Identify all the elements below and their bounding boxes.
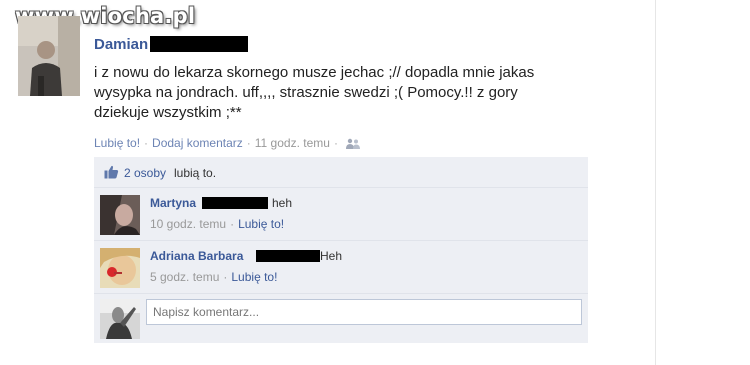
- comment-input[interactable]: [146, 299, 582, 325]
- separator: ·: [333, 136, 338, 150]
- like-link[interactable]: Lubię to!: [94, 136, 140, 150]
- friends-icon[interactable]: [345, 138, 360, 152]
- post-timestamp[interactable]: 11 godz. temu: [255, 136, 330, 150]
- feedback-panel: 2 osoby lubią to. Martyna heh 10 godz. t…: [94, 157, 588, 343]
- separator: ·: [144, 136, 149, 150]
- separator: ·: [223, 270, 228, 284]
- right-divider: [655, 0, 656, 365]
- add-comment-link[interactable]: Dodaj komentarz: [152, 136, 243, 150]
- comment-text: Heh: [320, 249, 343, 263]
- post-text-line: dziekuje wszystkim ;**: [94, 104, 242, 121]
- thumbs-up-icon: [104, 165, 119, 184]
- comment-text: heh: [272, 196, 293, 210]
- post-text-line: i z nowu do lekarza skornego musze jecha…: [94, 64, 535, 81]
- comment-item: Adriana Barbara Heh 5 godz. temu · Lubię t…: [94, 241, 588, 294]
- redacted-surname: [202, 197, 268, 209]
- comment-timestamp[interactable]: 5 godz. temu: [150, 270, 219, 284]
- post-actions: Lubię to! · Dodaj komentarz · 11 godz. temu ·: [94, 136, 360, 152]
- likes-text: lubią to.: [174, 166, 217, 180]
- separator: ·: [246, 136, 251, 150]
- separator: ·: [230, 217, 235, 231]
- comment-meta: 5 godz. temu · Lubię to!: [150, 270, 277, 284]
- commenter-avatar[interactable]: [100, 195, 140, 235]
- comment-item: Martyna heh 10 godz. temu · Lubię to!: [94, 188, 588, 241]
- post-author-name[interactable]: Damian: [94, 36, 148, 53]
- reply-row: [94, 294, 588, 343]
- commenter-name[interactable]: Martyna: [150, 196, 196, 210]
- post-text-line: wysypka na jondrach. uff,,,, strasznie s…: [94, 84, 518, 101]
- comment-meta: 10 godz. temu · Lubię to!: [150, 217, 284, 231]
- redacted-surname: [150, 36, 248, 52]
- redacted-surname: [256, 250, 320, 262]
- commenter-avatar[interactable]: [100, 248, 140, 288]
- likes-count-link[interactable]: 2 osoby: [124, 166, 166, 180]
- comment-like-link[interactable]: Lubię to!: [238, 217, 284, 231]
- post-author-avatar[interactable]: [18, 16, 80, 96]
- comment-like-link[interactable]: Lubię to!: [231, 270, 277, 284]
- likes-row: 2 osoby lubią to.: [94, 157, 588, 188]
- post-text: i z nowu do lekarza skornego musze jecha…: [94, 63, 614, 123]
- commenter-name[interactable]: Adriana Barbara: [150, 249, 243, 263]
- comment-timestamp[interactable]: 10 godz. temu: [150, 217, 226, 231]
- current-user-avatar: [100, 299, 140, 339]
